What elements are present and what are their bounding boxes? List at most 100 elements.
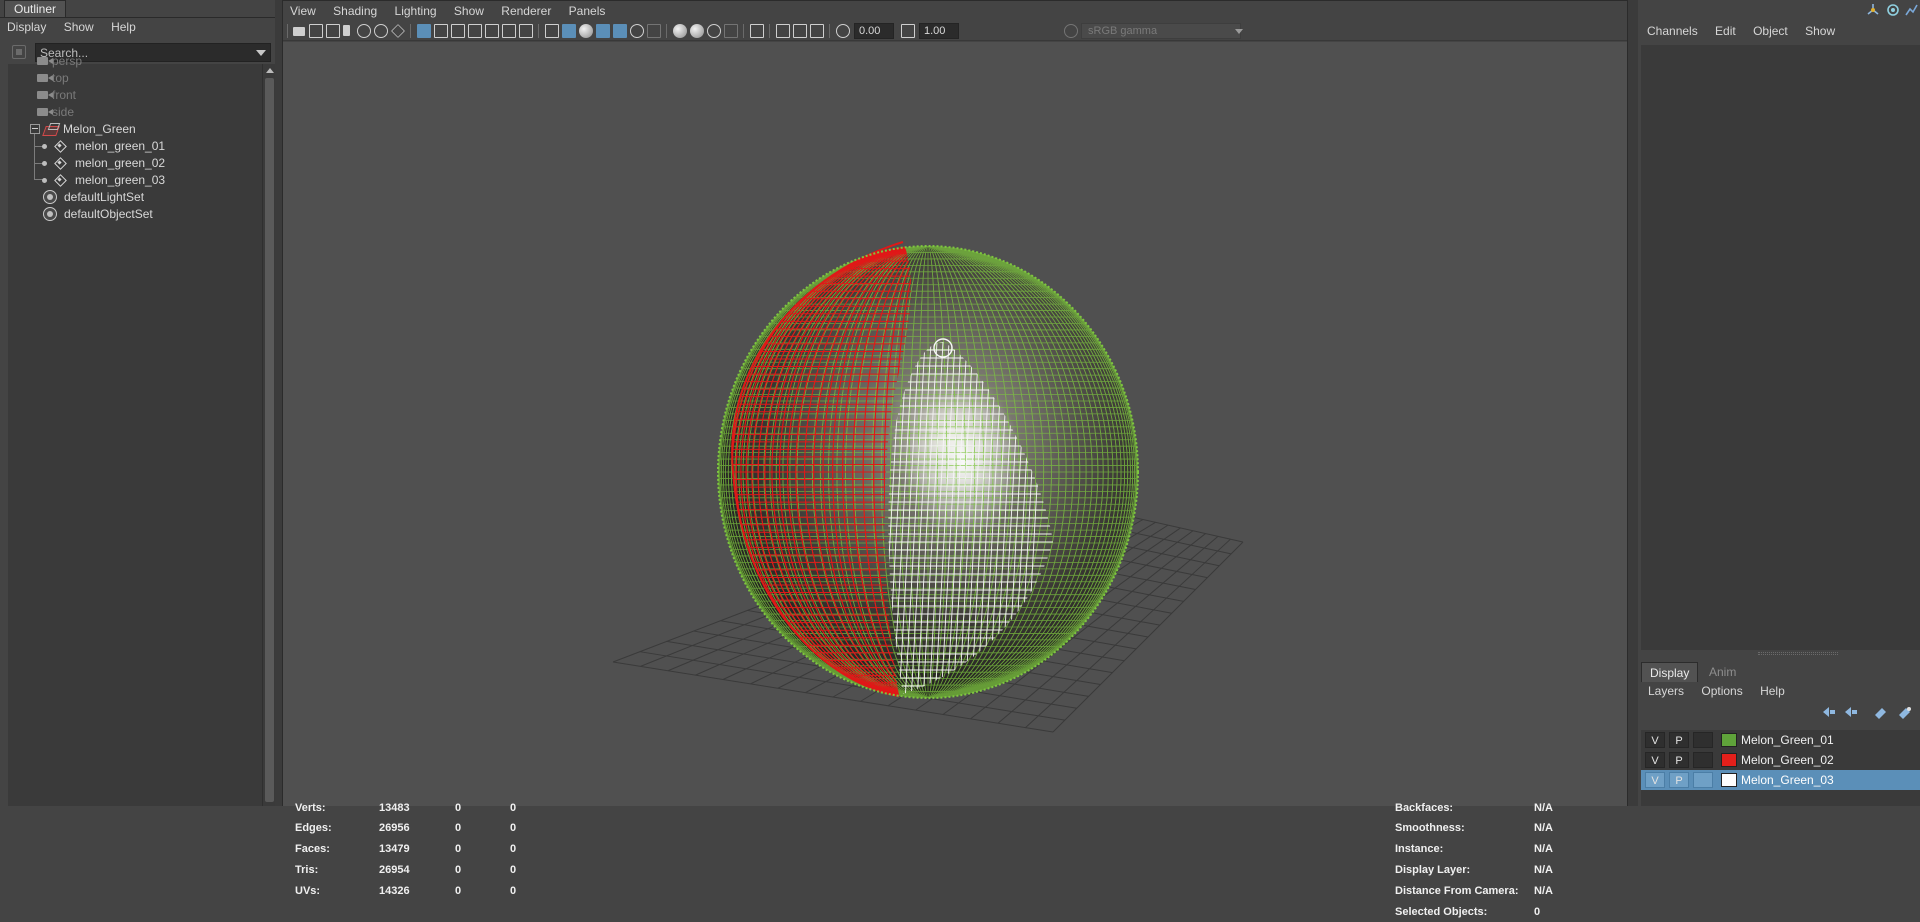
exposure-field[interactable]: 0.00 <box>854 23 894 39</box>
wireframe-on-shaded-icon[interactable] <box>596 24 610 38</box>
layer-color-swatch[interactable] <box>1721 773 1737 787</box>
hud-row-smoothness: Smoothness: N/A <box>1395 818 1595 838</box>
textured-icon[interactable] <box>613 24 627 38</box>
layer-visibility-toggle[interactable]: V <box>1645 752 1665 768</box>
panel-splitter[interactable] <box>275 0 282 806</box>
tab-display[interactable]: Display <box>1641 662 1699 682</box>
safe-action-icon[interactable] <box>502 24 516 38</box>
layer-display-type-toggle[interactable] <box>1693 732 1713 748</box>
mesh-icon <box>53 157 67 169</box>
gate-mask-icon[interactable] <box>468 24 482 38</box>
create-empty-layer-icon[interactable] <box>1875 708 1886 719</box>
hud-value: 0 <box>455 885 462 897</box>
layer-menu-help[interactable]: Help <box>1753 682 1792 700</box>
exposure-icon[interactable] <box>836 24 850 38</box>
color-space-dropdown[interactable]: sRGB gamma <box>1081 23 1241 39</box>
channel-box-menu-channels[interactable]: Channels <box>1638 20 1705 42</box>
use-default-material-icon[interactable] <box>579 24 593 38</box>
hud-label: Edges: <box>295 822 332 834</box>
chevron-down-icon[interactable] <box>1235 29 1243 34</box>
grid-toggle-icon[interactable] <box>417 24 431 38</box>
layer-row-melon-green-01[interactable]: V P Melon_Green_01 <box>1641 730 1920 750</box>
use-all-lights-icon[interactable] <box>630 24 644 38</box>
viewport-menu-renderer[interactable]: Renderer <box>494 1 558 21</box>
channel-box-toggle-icon[interactable] <box>1905 4 1918 16</box>
layer-editor-tabs: Display Anim <box>1641 662 1920 682</box>
viewport-menu-show[interactable]: Show <box>447 1 491 21</box>
toolbar-separator <box>287 24 288 38</box>
layer-menu-options[interactable]: Options <box>1694 682 1749 700</box>
bookmarks-icon[interactable] <box>326 24 340 38</box>
hud-value: N/A <box>1534 802 1553 814</box>
collapse-toggle[interactable] <box>30 124 40 134</box>
modeling-toolkit-icon[interactable] <box>1867 4 1879 15</box>
grease-pencil-icon[interactable] <box>391 24 405 38</box>
panel-splitter[interactable] <box>1628 0 1638 806</box>
gamma-field[interactable]: 1.00 <box>919 23 959 39</box>
attribute-editor-icon[interactable] <box>1887 4 1899 16</box>
viewport-menu-shading[interactable]: Shading <box>326 1 384 21</box>
gamma-icon[interactable] <box>901 24 915 38</box>
screen-space-ao-icon[interactable] <box>673 24 687 38</box>
film-gate-icon[interactable] <box>434 24 448 38</box>
isolate-select-icon[interactable] <box>750 24 764 38</box>
viewport-menu-view[interactable]: View <box>283 1 323 21</box>
outliner-tab[interactable]: Outliner <box>4 0 67 17</box>
field-chart-icon[interactable] <box>485 24 499 38</box>
mesh-icon <box>53 174 67 186</box>
layer-visibility-toggle[interactable]: V <box>1645 732 1665 748</box>
outliner-menu-show[interactable]: Show <box>57 18 101 37</box>
shadows-icon[interactable] <box>647 24 661 38</box>
xray-active-components-icon[interactable] <box>793 24 807 38</box>
layer-row-melon-green-02[interactable]: V P Melon_Green_02 <box>1641 750 1920 770</box>
hud-label: Smoothness: <box>1395 822 1465 834</box>
bookmark-icon[interactable] <box>343 25 350 36</box>
scroll-up-icon[interactable] <box>266 68 274 73</box>
channel-box-menu-edit[interactable]: Edit <box>1708 20 1743 42</box>
layer-color-swatch[interactable] <box>1721 753 1737 767</box>
tab-anim[interactable]: Anim <box>1701 662 1744 682</box>
outliner-menu-help[interactable]: Help <box>104 18 143 37</box>
layer-playback-toggle[interactable]: P <box>1669 732 1689 748</box>
layer-display-type-toggle[interactable] <box>1693 772 1713 788</box>
xray-icon[interactable] <box>776 24 790 38</box>
resolution-gate-icon[interactable] <box>451 24 465 38</box>
channel-box-menu-show[interactable]: Show <box>1798 20 1842 42</box>
safe-title-icon[interactable] <box>519 24 533 38</box>
tree-item-default-object-set[interactable]: defaultObjectSet <box>8 204 262 224</box>
layer-playback-toggle[interactable]: P <box>1669 772 1689 788</box>
anti-aliasing-icon[interactable] <box>707 24 721 38</box>
pane-resize-handle[interactable] <box>1758 652 1838 655</box>
layer-playback-toggle[interactable]: P <box>1669 752 1689 768</box>
hud-value: 0 <box>455 843 462 855</box>
two-d-pan-zoom-icon[interactable] <box>374 24 388 38</box>
toolbar-separator <box>743 24 744 38</box>
layer-display-type-toggle[interactable] <box>1693 752 1713 768</box>
layer-color-swatch[interactable] <box>1721 733 1737 747</box>
create-layer-from-selected-icon[interactable] <box>1899 707 1911 719</box>
move-layer-down-icon[interactable] <box>1845 707 1857 717</box>
layer-row-melon-green-03[interactable]: V P Melon_Green_03 <box>1641 770 1920 790</box>
layer-name: Melon_Green_02 <box>1741 753 1834 767</box>
viewport-menu-panels[interactable]: Panels <box>562 1 613 21</box>
depth-of-field-icon[interactable] <box>724 24 738 38</box>
image-plane-icon[interactable] <box>357 24 371 38</box>
scrollbar-thumb[interactable] <box>265 78 274 802</box>
color-management-icon[interactable] <box>1064 24 1078 38</box>
viewport-canvas[interactable]: Verts: 13483 0 0 Edges: 26956 0 0 Faces:… <box>283 42 1627 918</box>
layer-menu-layers[interactable]: Layers <box>1641 682 1691 700</box>
hud-label: Backfaces: <box>1395 802 1454 814</box>
channel-box-menu-object[interactable]: Object <box>1746 20 1795 42</box>
tree-item-label: defaultObjectSet <box>64 207 153 221</box>
xray-joints-icon[interactable] <box>810 24 824 38</box>
layer-visibility-toggle[interactable]: V <box>1645 772 1665 788</box>
motion-blur-icon[interactable] <box>690 24 704 38</box>
camera-attributes-icon[interactable] <box>309 24 323 38</box>
outliner-menu-display[interactable]: Display <box>0 18 53 37</box>
outliner-scrollbar[interactable] <box>262 64 275 806</box>
select-camera-icon[interactable] <box>293 27 305 36</box>
smooth-shade-icon[interactable] <box>562 24 576 38</box>
move-layer-up-icon[interactable] <box>1823 707 1835 717</box>
wireframe-icon[interactable] <box>545 24 559 38</box>
viewport-menu-lighting[interactable]: Lighting <box>388 1 444 21</box>
